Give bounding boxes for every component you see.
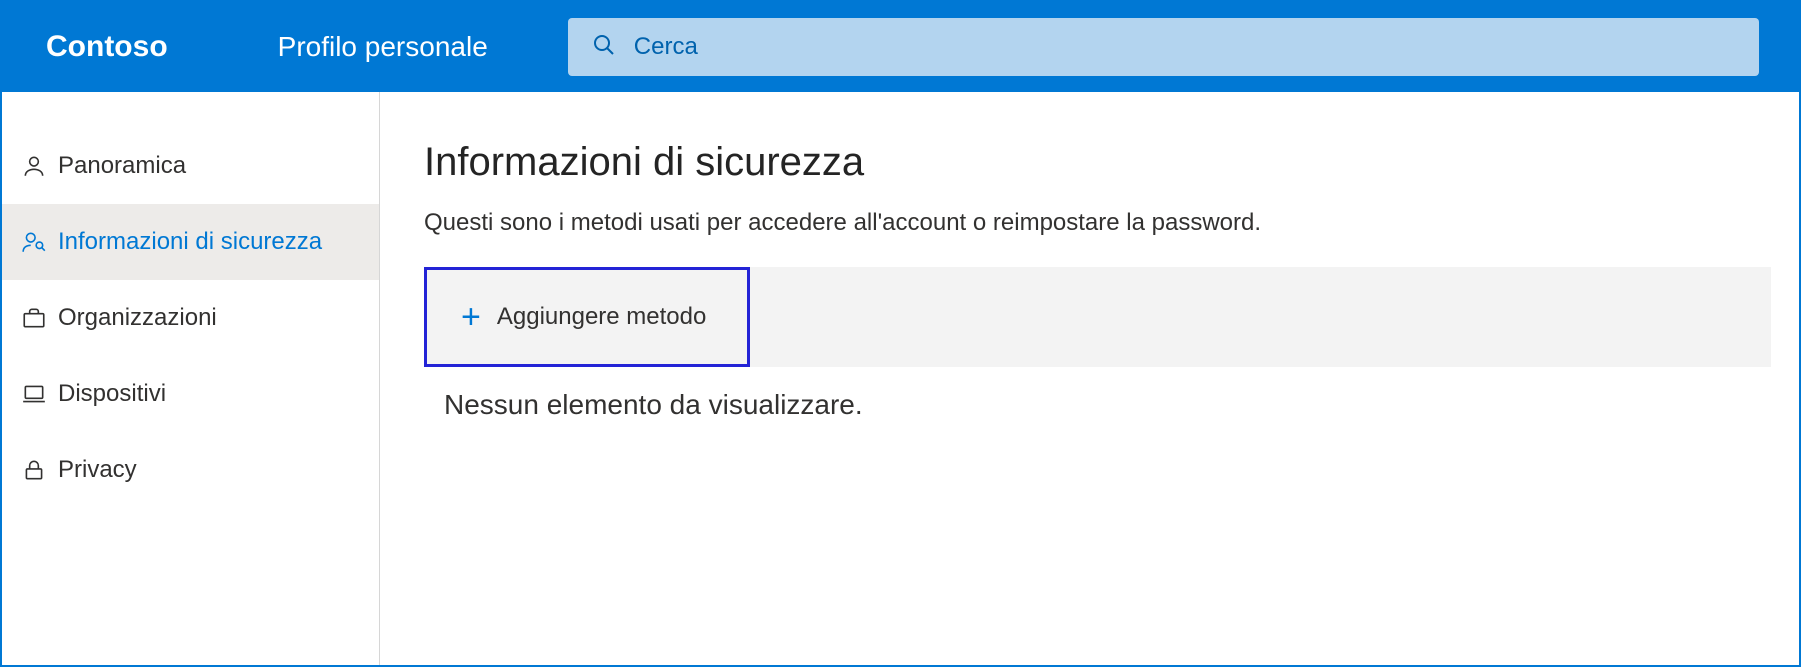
plus-icon: + (461, 300, 481, 334)
laptop-icon (20, 380, 48, 408)
sidebar-item-label: Panoramica (58, 152, 186, 180)
content-area: Panoramica Informazioni di sicurezza Org… (2, 92, 1799, 665)
sidebar-item-organizations[interactable]: Organizzazioni (2, 280, 379, 356)
main-panel: Informazioni di sicurezza Questi sono i … (380, 92, 1799, 665)
methods-toolbar: + Aggiungere metodo (424, 267, 1771, 367)
sidebar-item-devices[interactable]: Dispositivi (2, 356, 379, 432)
search-box[interactable] (568, 18, 1759, 76)
sidebar-item-label: Organizzazioni (58, 304, 217, 332)
sidebar-item-label: Dispositivi (58, 380, 166, 408)
page-subtext: Questi sono i metodi usati per accedere … (424, 209, 1799, 237)
sidebar-item-overview[interactable]: Panoramica (2, 128, 379, 204)
page-heading: Informazioni di sicurezza (424, 140, 1799, 185)
add-method-label: Aggiungere metodo (497, 303, 706, 331)
search-icon (592, 33, 616, 62)
header-title: Profilo personale (278, 31, 488, 63)
search-input[interactable] (634, 33, 1735, 61)
sidebar-item-label: Privacy (58, 456, 137, 484)
sidebar: Panoramica Informazioni di sicurezza Org… (2, 92, 380, 665)
sidebar-item-security-info[interactable]: Informazioni di sicurezza (2, 204, 379, 280)
empty-state-text: Nessun elemento da visualizzare. (424, 367, 1771, 443)
sidebar-item-privacy[interactable]: Privacy (2, 432, 379, 508)
lock-icon (20, 456, 48, 484)
briefcase-icon (20, 304, 48, 332)
sidebar-item-label: Informazioni di sicurezza (58, 228, 322, 256)
person-icon (20, 152, 48, 180)
add-method-button[interactable]: + Aggiungere metodo (424, 267, 750, 367)
brand-logo: Contoso (46, 30, 168, 64)
person-key-icon (20, 228, 48, 256)
app-header: Contoso Profilo personale (2, 2, 1799, 92)
